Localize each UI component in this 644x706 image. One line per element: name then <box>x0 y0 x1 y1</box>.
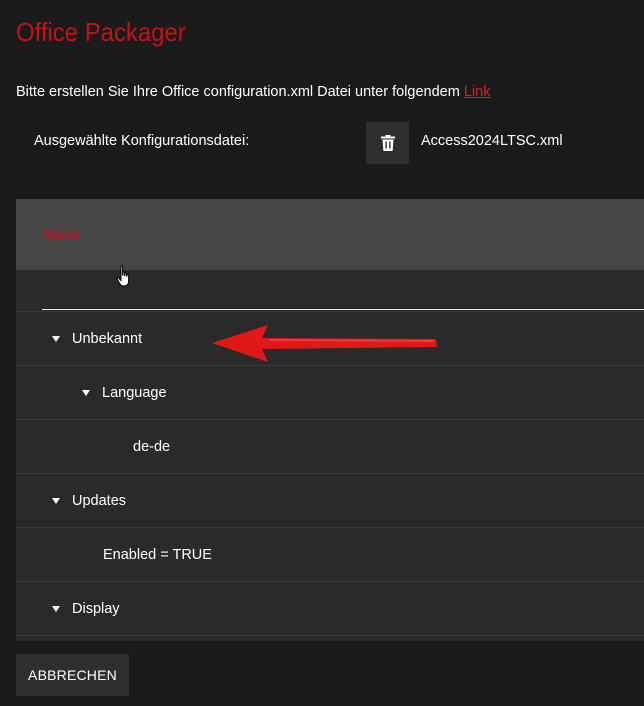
hand-pointer-icon <box>116 265 130 287</box>
office-packager-page: Office Packager Bitte erstellen Sie Ihre… <box>0 0 644 706</box>
tree-node-label: Enabled = TRUE <box>103 546 212 563</box>
intro-message: Bitte erstellen Sie Ihre Office configur… <box>16 84 464 100</box>
page-title: Office Packager <box>16 17 186 47</box>
tree-node-de-de[interactable]: de-de <box>16 420 644 474</box>
tree-node-display[interactable]: Display <box>16 582 644 636</box>
tree-node-label: Updates <box>72 492 127 509</box>
tree-node-label: de-de <box>133 438 171 455</box>
cancel-button[interactable]: ABBRECHEN <box>16 654 129 696</box>
config-tree: Name Unbekannt Language de-de Updates En… <box>16 199 644 641</box>
dialog-footer: ABBRECHEN <box>0 641 644 706</box>
tree-node-enabled[interactable]: Enabled = TRUE <box>16 528 644 582</box>
tree-filter-row <box>16 270 644 312</box>
delete-config-button[interactable] <box>366 122 409 164</box>
tree-node-label: Language <box>102 384 167 401</box>
annotation-arrow-icon <box>212 325 437 362</box>
intro-text: Bitte erstellen Sie Ihre Office configur… <box>16 82 490 102</box>
config-link[interactable]: Link <box>464 84 491 100</box>
trash-icon <box>380 135 395 151</box>
selected-config-filename: Access2024LTSC.xml <box>421 133 563 149</box>
tree-node-label: Display <box>72 600 120 617</box>
column-header-name: Name <box>42 226 81 243</box>
caret-down-icon[interactable] <box>52 335 60 342</box>
caret-down-icon[interactable] <box>52 497 60 504</box>
selected-config-label: Ausgewählte Konfigurationsdatei: <box>34 133 250 149</box>
tree-node-label: Unbekannt <box>72 330 143 347</box>
caret-down-icon[interactable] <box>82 389 90 396</box>
tree-node-updates[interactable]: Updates <box>16 474 644 528</box>
caret-down-icon[interactable] <box>52 605 60 612</box>
tree-column-header[interactable]: Name <box>16 199 644 270</box>
tree-node-language[interactable]: Language <box>16 366 644 420</box>
